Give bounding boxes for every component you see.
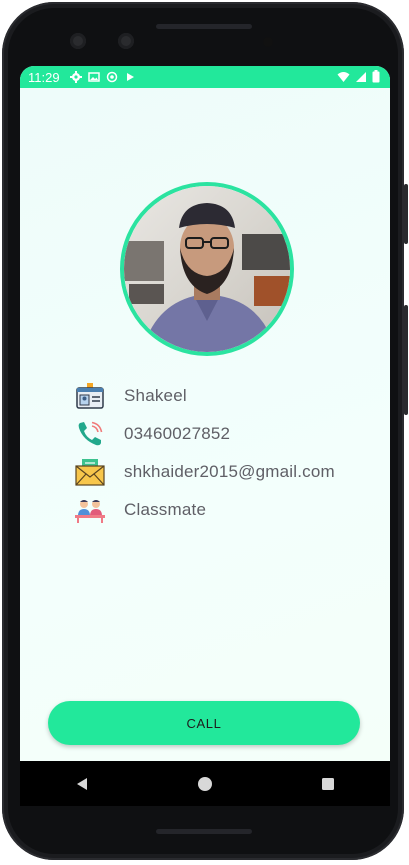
status-bar: 11:29 — [20, 66, 390, 88]
status-notification-icons — [69, 71, 136, 83]
contact-relation-row: Classmate — [74, 495, 206, 525]
status-time: 11:29 — [28, 69, 60, 85]
power-button — [404, 184, 408, 244]
back-icon[interactable] — [62, 764, 102, 804]
battery-icon — [372, 70, 380, 83]
wifi-icon — [337, 71, 350, 82]
contact-email-row: shkhaider2015@gmail.com — [74, 457, 335, 487]
front-camera-icon — [118, 33, 134, 49]
contact-detail-view: Shakeel 03460027852 shkhaider2015@gmail.… — [20, 88, 390, 761]
sensor-icon — [263, 37, 273, 47]
recents-icon[interactable] — [308, 764, 348, 804]
id-card-icon — [74, 381, 106, 411]
status-system-icons — [337, 70, 380, 83]
play-icon — [126, 73, 134, 81]
contact-relation: Classmate — [124, 500, 207, 519]
signal-icon — [356, 71, 366, 82]
contact-name: Shakeel — [124, 386, 187, 405]
settings-icon — [69, 71, 82, 83]
classmates-icon — [74, 495, 106, 525]
earpiece — [156, 24, 252, 29]
profile-photo — [124, 186, 290, 352]
speaker-grille — [156, 829, 252, 834]
avatar — [120, 182, 294, 356]
phone-frame: 11:29 Shakeel 03460027852 shkhaider2015@… — [0, 0, 409, 865]
call-button[interactable]: CALL — [48, 701, 360, 745]
contact-phone[interactable]: 03460027852 — [124, 424, 230, 444]
contact-email[interactable]: shkhaider2015@gmail.com — [124, 462, 335, 482]
envelope-icon — [74, 457, 106, 487]
sync-icon — [106, 71, 117, 83]
phone-icon — [74, 419, 106, 449]
contact-phone-row: 03460027852 — [74, 419, 230, 449]
front-camera-icon — [70, 33, 86, 49]
home-icon[interactable] — [185, 764, 225, 804]
navigation-bar — [20, 761, 390, 806]
volume-button — [404, 305, 408, 415]
screen: 11:29 Shakeel 03460027852 shkhaider2015@… — [20, 66, 390, 806]
image-icon — [87, 72, 100, 82]
contact-name-row: Shakeel — [74, 381, 187, 411]
